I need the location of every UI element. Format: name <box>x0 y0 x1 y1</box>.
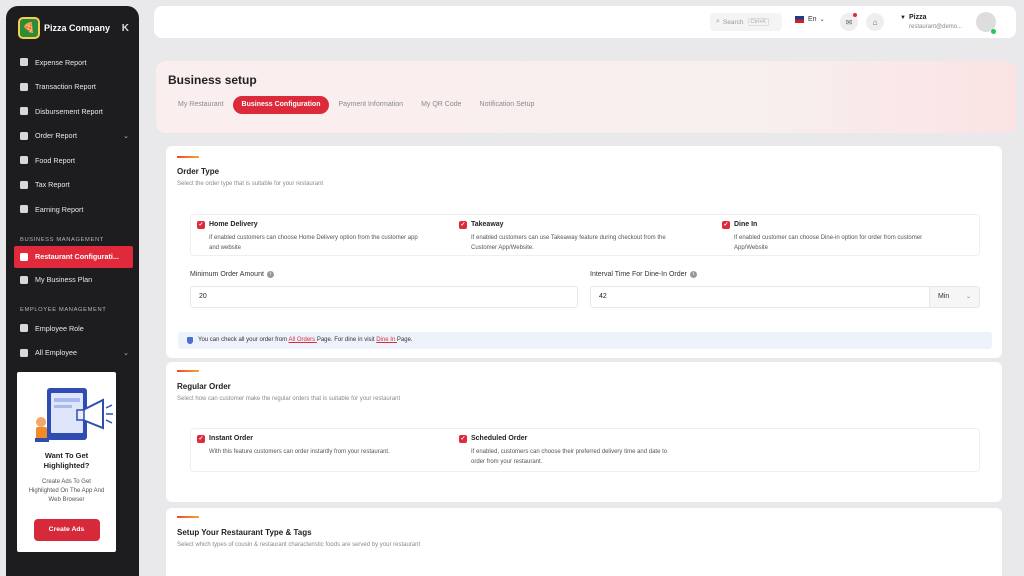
file-icon <box>20 275 28 284</box>
page-header: Business setup My Restaurant Business Co… <box>156 61 1016 133</box>
takeaway-desc: If enabled customers can use Takeaway fe… <box>471 235 666 251</box>
user-email: restaurant@demo... <box>909 24 963 30</box>
interval-time-label: Interval Time For Dine-In Order i <box>590 271 697 278</box>
language-label: En <box>808 16 817 23</box>
brand[interactable]: 🍕 Pizza Company K <box>6 6 139 50</box>
notification-dot <box>853 13 857 17</box>
min-order-input[interactable]: 20 <box>190 286 578 308</box>
file-icon <box>20 82 28 91</box>
home-delivery-checkbox[interactable]: ✓ <box>197 221 205 229</box>
regular-order-title: Regular Order <box>177 382 231 391</box>
scheduled-order-title: Scheduled Order <box>471 435 528 442</box>
flag-icon <box>795 16 804 23</box>
dine-in-title: Dine In <box>734 221 758 228</box>
brand-logo: 🍕 <box>18 17 40 39</box>
restaurant-type-subtitle: Select which types of cousin & restauran… <box>177 542 421 548</box>
search-shortcut: Ctrl+K <box>747 18 769 26</box>
search-icon: ⌕ <box>716 18 720 25</box>
top-header: ⌕ Search Ctrl+K En ⌄ ✉ ⌂ ▼ Pizza restaura… <box>154 6 1016 38</box>
tab-business-configuration[interactable]: Business Configuration <box>232 96 330 114</box>
sidebar-item-my-business-plan[interactable]: My Business Plan <box>6 268 139 293</box>
sidebar-item-all-employee[interactable]: All Employee ⌄ <box>6 341 139 366</box>
home-delivery-desc: If enabled customers can choose Home Del… <box>209 235 418 251</box>
order-notice: You can check all your order from All Or… <box>178 332 992 349</box>
cart-icon[interactable]: ⌂ <box>866 13 884 31</box>
search-box[interactable]: ⌕ Search Ctrl+K <box>710 13 782 31</box>
search-placeholder: Search <box>722 18 744 26</box>
file-icon <box>20 156 28 165</box>
promo-title: Want To Get Highlighted? <box>43 451 90 470</box>
file-icon <box>20 205 28 214</box>
restaurant-type-title: Setup Your Restaurant Type & Tags <box>177 528 312 537</box>
home-delivery-title: Home Delivery <box>209 221 258 228</box>
tab-my-restaurant[interactable]: My Restaurant <box>168 96 233 114</box>
scheduled-order-checkbox[interactable]: ✓ <box>459 435 467 443</box>
section-accent <box>177 516 199 518</box>
section-label-employee: EMPLOYEE MANAGEMENT <box>20 307 107 313</box>
file-icon <box>20 180 28 189</box>
sidebar-item-order-report[interactable]: Order Report ⌄ <box>6 124 139 149</box>
takeaway-title: Takeaway <box>471 221 504 228</box>
sidebar-item-tax-report[interactable]: Tax Report <box>6 173 139 198</box>
promo-card: Want To Get Highlighted? Create Ads To G… <box>17 372 116 552</box>
nav-top-list: Expense Report Transaction Report Disbur… <box>6 50 139 222</box>
page-title: Business setup <box>168 73 257 87</box>
scheduled-order-desc: If enabled, customers can choose their p… <box>471 449 668 465</box>
user-icon <box>20 348 28 357</box>
order-type-title: Order Type <box>177 167 220 176</box>
promo-text: Create Ads To Get Highlighted On The App… <box>28 479 105 503</box>
tab-my-qr-code[interactable]: My QR Code <box>412 96 470 114</box>
sidebar-item-transaction-report[interactable]: Transaction Report <box>6 75 139 100</box>
home-icon <box>20 252 28 261</box>
sidebar-item-disbursement-report[interactable]: Disbursement Report <box>6 99 139 124</box>
chevron-down-icon: ⌄ <box>123 349 129 357</box>
brand-name: Pizza Company <box>44 23 111 33</box>
dine-in-link[interactable]: Dine In <box>376 337 397 343</box>
sidebar-item-food-report[interactable]: Food Report <box>6 148 139 173</box>
instant-order-title: Instant Order <box>209 435 253 442</box>
section-label-business: BUSINESS MANAGEMENT <box>20 236 104 243</box>
interval-unit-select[interactable]: Min ⌄ <box>930 286 980 308</box>
sidebar-item-restaurant-configuration[interactable]: Restaurant Configurati... <box>14 245 133 268</box>
chevron-down-icon: ⌄ <box>965 294 971 300</box>
file-icon <box>20 107 28 116</box>
shield-icon <box>187 337 193 344</box>
section-accent <box>177 370 199 372</box>
min-order-label: Minimum Order Amount i <box>190 271 274 278</box>
create-ads-button[interactable]: Create Ads <box>33 519 100 541</box>
sidebar-item-earning-report[interactable]: Earning Report <box>6 197 139 222</box>
instant-order-checkbox[interactable]: ✓ <box>197 435 205 443</box>
collapse-sidebar-icon[interactable]: K <box>122 23 129 34</box>
user-name[interactable]: ▼ Pizza <box>900 14 926 21</box>
order-type-subtitle: Select the order type that is suitable f… <box>177 181 324 187</box>
tab-bar: My Restaurant Business Configuration Pay… <box>168 96 543 114</box>
interval-time-input[interactable]: 42 <box>590 286 930 308</box>
dine-in-checkbox[interactable]: ✓ <box>722 221 730 229</box>
language-selector[interactable]: En ⌄ <box>795 16 825 23</box>
regular-order-subtitle: Select how can customer make the regular… <box>177 396 401 402</box>
file-icon <box>20 58 28 67</box>
tab-payment-information[interactable]: Payment Information <box>329 96 412 114</box>
section-accent <box>177 156 199 158</box>
takeaway-checkbox[interactable]: ✓ <box>459 221 467 229</box>
all-orders-link[interactable]: All Orders <box>289 337 317 343</box>
user-icon <box>20 131 28 140</box>
info-icon[interactable]: i <box>689 271 697 278</box>
info-icon[interactable]: i <box>266 271 274 278</box>
chevron-down-icon: ⌄ <box>819 17 825 23</box>
file-icon <box>20 324 28 333</box>
sidebar-item-expense-report[interactable]: Expense Report <box>6 50 139 75</box>
online-status-dot <box>991 29 996 34</box>
instant-order-desc: With this feature customers can order in… <box>209 449 390 455</box>
caret-icon: ▼ <box>900 15 906 21</box>
chevron-down-icon: ⌄ <box>123 132 129 140</box>
dine-in-desc: If enabled customer can choose Dine-in o… <box>734 235 923 251</box>
message-icon[interactable]: ✉ <box>840 13 858 31</box>
sidebar-item-employee-role[interactable]: Employee Role <box>6 316 139 341</box>
promo-illustration <box>17 372 116 450</box>
tab-notification-setup[interactable]: Notification Setup <box>471 96 544 114</box>
